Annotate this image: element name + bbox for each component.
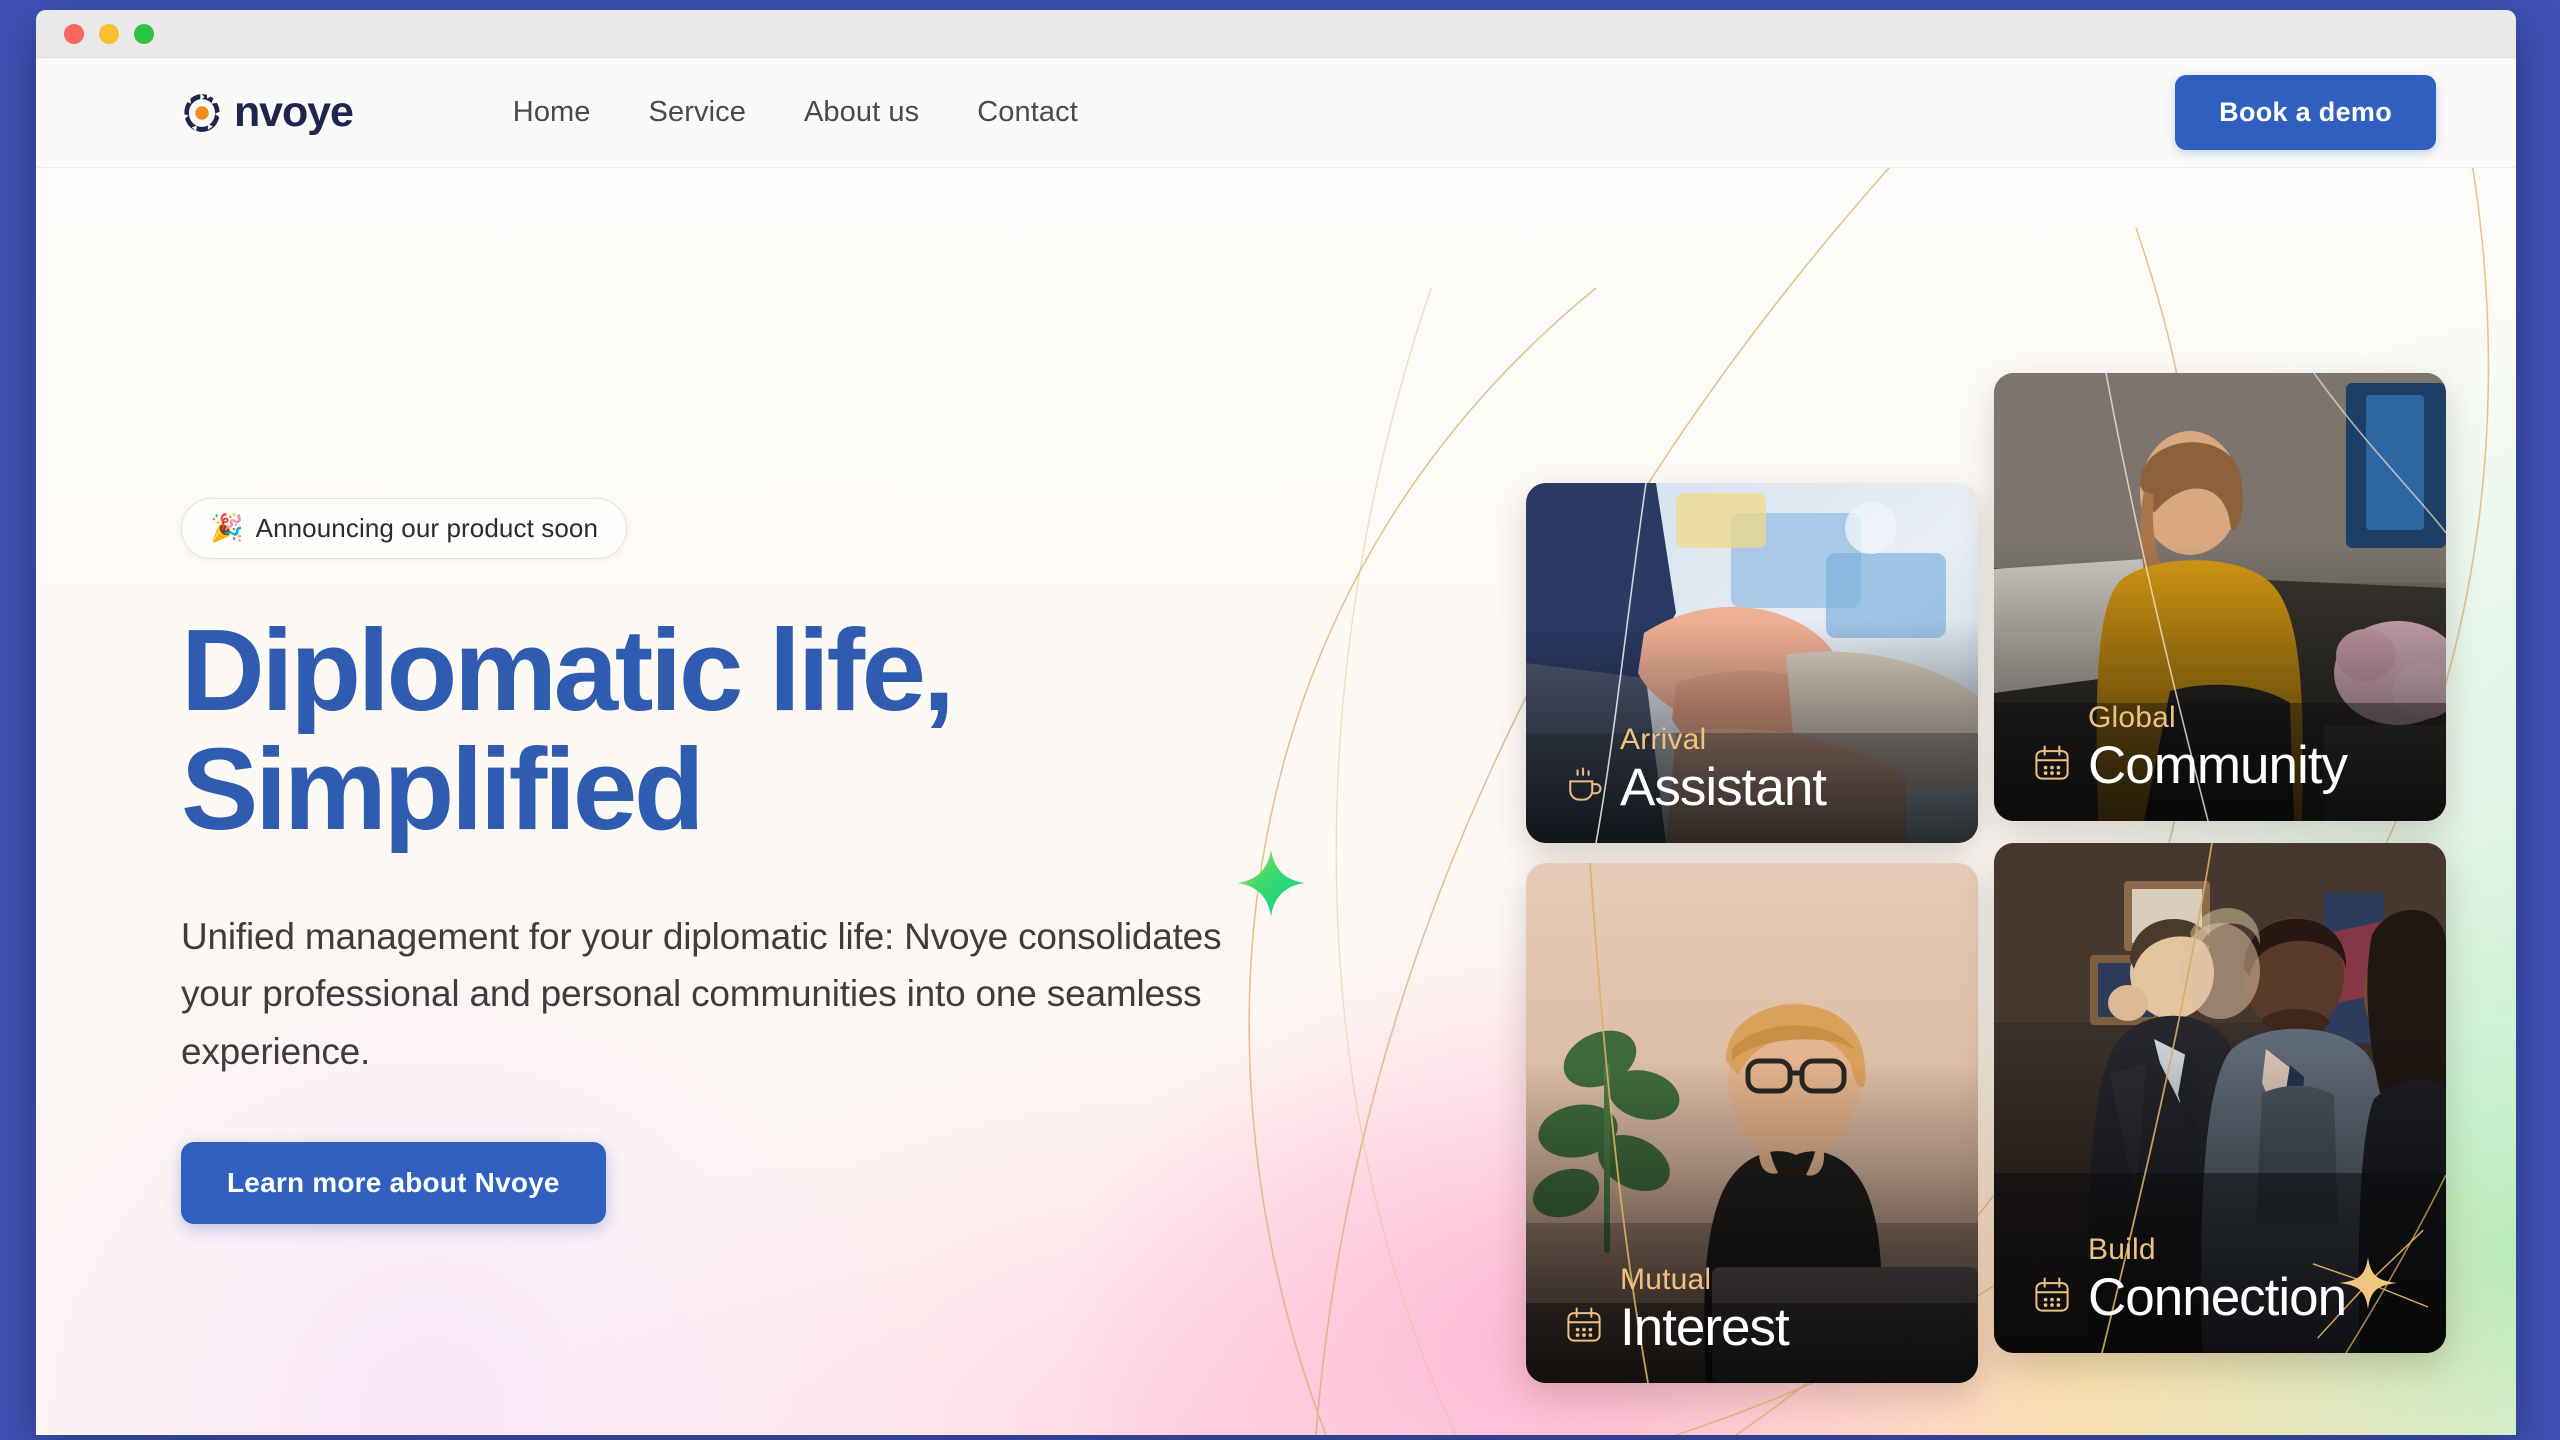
feature-card-arrival-assistant[interactable]: Arrival Assistant xyxy=(1526,483,1978,843)
card-title: Assistant xyxy=(1620,757,1827,817)
card-title: Interest xyxy=(1620,1297,1790,1357)
calendar-icon xyxy=(2035,745,2069,780)
feature-card-build-connection[interactable]: Build Connection xyxy=(1994,843,2446,1353)
card-title: Community xyxy=(2088,735,2348,795)
card-text-group: Global Community xyxy=(2088,699,2348,795)
nav-item-contact[interactable]: Contact xyxy=(977,96,1078,129)
card-kicker: Global xyxy=(2088,701,2176,735)
card-caption: Build Connection xyxy=(2030,1231,2426,1327)
feature-cards-collage: Arrival Assistant Global Community Mutua… xyxy=(1526,373,2456,1383)
feature-card-global-community[interactable]: Global Community xyxy=(1994,373,2446,821)
nav-item-service[interactable]: Service xyxy=(649,96,746,129)
brand-name: nvoye xyxy=(234,88,354,136)
window-minimize-button[interactable] xyxy=(99,23,119,44)
card-kicker: Arrival xyxy=(1620,723,1707,757)
hero-section: 🎉 Announcing our product soon Diplomatic… xyxy=(36,168,2516,1435)
main-navigation: Home Service About us Contact xyxy=(513,96,1078,129)
window-titlebar xyxy=(36,10,2516,58)
nav-item-home[interactable]: Home xyxy=(513,96,591,129)
window-maximize-button[interactable] xyxy=(134,23,154,44)
nav-item-about-us[interactable]: About us xyxy=(804,96,919,129)
site-header: nvoye Home Service About us Contact Book… xyxy=(36,58,2516,168)
card-caption: Global Community xyxy=(2030,699,2426,795)
calendar-icon xyxy=(1567,1307,1601,1342)
card-text-group: Arrival Assistant xyxy=(1620,721,1827,817)
hero-headline-line-2: Simplified xyxy=(181,724,705,855)
brand-logo[interactable]: nvoye xyxy=(181,88,354,136)
window-close-button[interactable] xyxy=(64,23,84,44)
party-popper-icon: 🎉 xyxy=(210,513,244,543)
hero-headline-line-1: Diplomatic life, xyxy=(181,605,955,735)
hero-subtitle: Unified management for your diplomatic l… xyxy=(181,915,1222,1072)
learn-more-button[interactable]: Learn more about Nvoye xyxy=(181,1141,606,1224)
hero-headline: Diplomatic life, Simplified xyxy=(181,605,1401,855)
hero-text-column: 🎉 Announcing our product soon Diplomatic… xyxy=(181,168,1401,1435)
card-title: Connection xyxy=(2088,1267,2347,1327)
feature-card-mutual-interest[interactable]: Mutual Interest xyxy=(1526,863,1978,1383)
card-text-group: Build Connection xyxy=(2088,1231,2347,1327)
card-kicker: Build xyxy=(2088,1233,2156,1267)
nvoye-swirl-logo-icon xyxy=(182,92,221,132)
coffee-cup-icon xyxy=(1569,767,1602,801)
book-a-demo-button[interactable]: Book a demo xyxy=(2175,75,2436,150)
card-text-group: Mutual Interest xyxy=(1620,1261,1790,1357)
card-caption: Arrival Assistant xyxy=(1562,721,1958,817)
browser-window: nvoye Home Service About us Contact Book… xyxy=(36,10,2516,1435)
calendar-icon xyxy=(2035,1277,2069,1312)
card-kicker: Mutual xyxy=(1620,1263,1712,1297)
announcement-text: Announcing our product soon xyxy=(255,513,599,543)
card-caption: Mutual Interest xyxy=(1562,1261,1958,1357)
announcement-badge[interactable]: 🎉 Announcing our product soon xyxy=(181,498,628,559)
